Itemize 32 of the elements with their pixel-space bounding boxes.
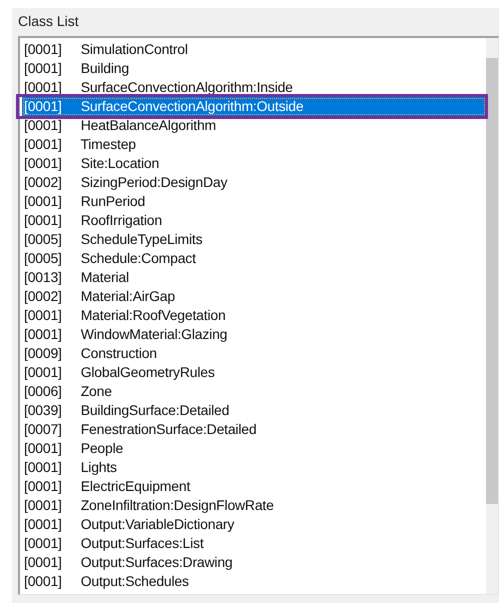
list-item[interactable]: [0002] SizingPeriod:DesignDay xyxy=(22,173,486,192)
list-item[interactable]: [0001] RunPeriod xyxy=(22,192,486,211)
list-item[interactable]: [0005] Schedule:Compact xyxy=(22,249,486,268)
list-item[interactable]: [0001] People xyxy=(22,439,486,458)
list-label: Class List xyxy=(18,12,79,31)
list-item[interactable]: [0001] Output:Schedules xyxy=(22,572,486,591)
scrollbar[interactable] xyxy=(486,38,498,594)
list-item[interactable]: [0001] ElectricEquipment xyxy=(22,477,486,496)
list-item[interactable]: [0005] ScheduleTypeLimits xyxy=(22,230,486,249)
list-item[interactable]: [0013] Material xyxy=(22,268,486,287)
list-item[interactable]: [0001] Building xyxy=(22,59,486,78)
list-item[interactable]: [0001] Timestep xyxy=(22,135,486,154)
list-item[interactable]: [0007] FenestrationSurface:Detailed xyxy=(22,420,486,439)
list-item[interactable]: [0001] Output:Surfaces:Drawing xyxy=(22,553,486,572)
list-item[interactable]: [0001] WindowMaterial:Glazing xyxy=(22,325,486,344)
list-item[interactable]: [0001] RoofIrrigation xyxy=(22,211,486,230)
list-item[interactable]: [0001] Output:VariableDictionary xyxy=(22,515,486,534)
list-item[interactable]: [0001] Output:Surfaces:List xyxy=(22,534,486,553)
list-item[interactable]: [0002] Material:AirGap xyxy=(22,287,486,306)
list-item[interactable]: [0009] Construction xyxy=(22,344,486,363)
list-item[interactable]: [0001] SurfaceConvectionAlgorithm:Outside xyxy=(22,97,486,116)
list-item[interactable]: [0001] Lights xyxy=(22,458,486,477)
list-item[interactable]: [0001] GlobalGeometryRules xyxy=(22,363,486,382)
list-item[interactable]: [0006] Zone xyxy=(22,382,486,401)
list-item[interactable]: [0001] Material:RoofVegetation xyxy=(22,306,486,325)
class-list[interactable] xyxy=(18,36,499,595)
list-item[interactable]: [0001] HeatBalanceAlgorithm xyxy=(22,116,486,135)
list-item[interactable]: [0001] SurfaceConvectionAlgorithm:Inside xyxy=(22,78,486,97)
list-item[interactable]: [0001] ZoneInfiltration:DesignFlowRate xyxy=(22,496,486,515)
list-item[interactable]: [0001] SimulationControl xyxy=(22,40,486,59)
list-item[interactable]: [0001] Site:Location xyxy=(22,154,486,173)
list-item[interactable]: [0039] BuildingSurface:Detailed xyxy=(22,401,486,420)
